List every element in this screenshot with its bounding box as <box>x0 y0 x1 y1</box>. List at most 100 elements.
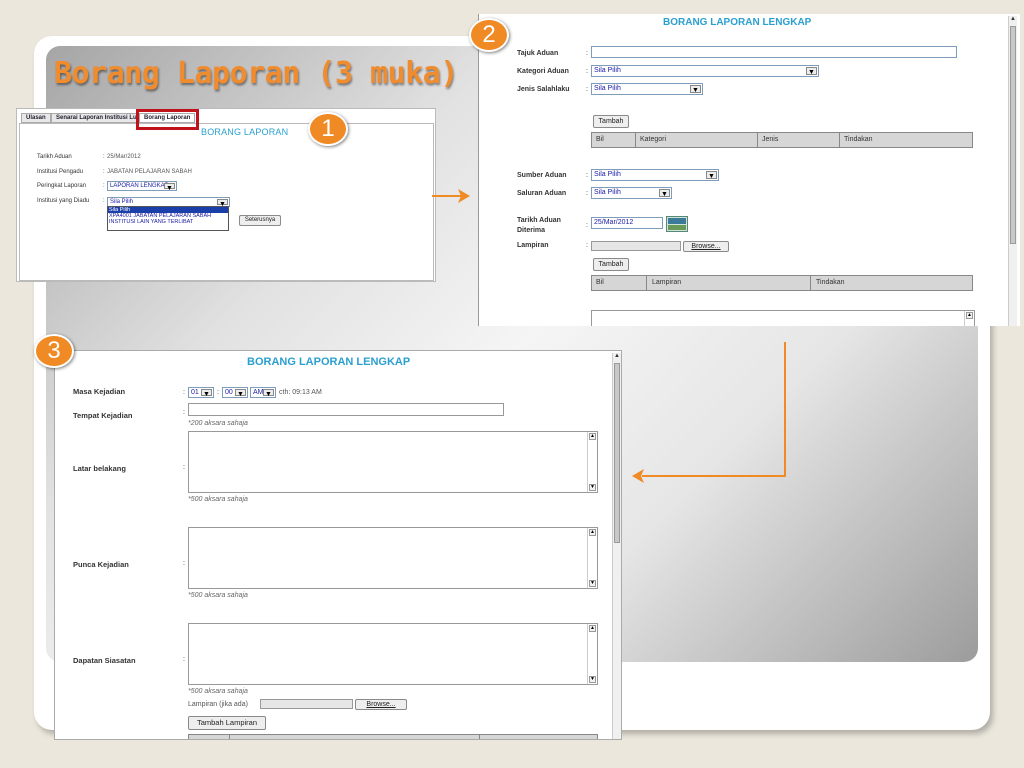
col-tindakan: Tindakan <box>844 136 873 143</box>
tab-ulasan[interactable]: Ulasan <box>21 113 51 123</box>
chevron-down-icon: ▼ <box>706 171 717 180</box>
colon: : <box>103 198 105 204</box>
step-badge-3: 3 <box>34 334 74 368</box>
col-jenis: Jenis <box>762 136 779 143</box>
label-peringkat-laporan: Peringkat Laporan <box>37 183 87 189</box>
colon: : <box>586 222 588 229</box>
browse-button[interactable]: Browse... <box>683 241 729 252</box>
seterusnya-button[interactable]: Seterusnya <box>239 215 281 226</box>
label-jenis-salahlaku: Jenis Salahlaku <box>517 86 570 93</box>
chevron-down-icon: ▼ <box>659 189 670 198</box>
hint-500: *500 aksara sahaja <box>188 592 248 599</box>
scroll-thumb[interactable] <box>614 363 620 543</box>
panel1-title: BORANG LAPORAN <box>201 127 289 137</box>
sumber-aduan-select[interactable]: Sila Pilih ▼ <box>591 169 719 181</box>
panel-borang-laporan-lengkap-2: BORANG LAPORAN LENGKAP Masa Kejadian : 0… <box>54 350 622 740</box>
colon: : <box>183 656 185 663</box>
colon: : <box>183 389 185 396</box>
tab-bar: Ulasan Senarai Laporan Institusi Luar Bo… <box>17 109 435 123</box>
scroll-thumb[interactable] <box>1010 26 1016 244</box>
arrow-line <box>642 475 786 477</box>
colon: : <box>586 172 588 179</box>
arrow-head-icon <box>632 469 644 483</box>
tambah-lampiran-button[interactable]: Tambah Lampiran <box>188 716 266 730</box>
institusi-dropdown-list: Sila Pilih XPA4001 JABATAN PELAJARAN SAB… <box>107 206 229 231</box>
minute-select[interactable]: 00 ▼ <box>222 387 248 398</box>
colon: : <box>586 242 588 249</box>
panel-borang-laporan-lengkap-1: BORANG LAPORAN LENGKAP Tajuk Aduan : Kat… <box>478 14 1020 326</box>
value-institusi-pengadu: JABATAN PELAJARAN SABAH <box>107 169 192 175</box>
punca-kejadian-textarea[interactable]: ▲ ▼ <box>188 527 598 589</box>
col-kategori: Kategori <box>640 136 667 143</box>
peringkat-laporan-select[interactable]: LAPORAN LENGKAP ▼ <box>107 181 177 191</box>
lampiran-table-header <box>188 734 598 739</box>
saluran-aduan-select[interactable]: Sila Pilih ▼ <box>591 187 672 199</box>
label-tarikh-diterima: Tarikh Aduan Diterima <box>517 217 561 234</box>
colon: : <box>586 190 588 197</box>
value-tarikh-aduan: 25/Mar/2012 <box>107 154 141 160</box>
label-saluran-aduan: Saluran Aduan <box>517 190 567 197</box>
arrow-head-icon <box>458 189 470 203</box>
hint-500: *500 aksara sahaja <box>188 688 248 695</box>
tab-senarai-laporan[interactable]: Senarai Laporan Institusi Luar <box>51 113 148 123</box>
colon: : <box>586 68 588 75</box>
browse-button[interactable]: Browse... <box>355 699 407 710</box>
chevron-down-icon: ▼ <box>263 389 274 397</box>
step-badge-2: 2 <box>469 18 509 52</box>
col-lampiran: Lampiran <box>652 279 682 286</box>
label-masa-kejadian: Masa Kejadian <box>73 387 126 396</box>
label-tempat-kejadian: Tempat Kejadian <box>73 411 133 420</box>
arrow-line <box>784 342 786 476</box>
label-institusi-pengadu: Institusi Pengadu <box>37 169 84 175</box>
lampiran-table-header: Bil Lampiran Tindakan <box>591 275 973 291</box>
lampiran-file-input[interactable] <box>591 241 681 251</box>
chevron-down-icon: ▼ <box>235 389 246 397</box>
panel3-title: BORANG LAPORAN LENGKAP <box>247 356 411 368</box>
colon: : <box>183 409 185 416</box>
chevron-down-icon: ▼ <box>690 85 701 94</box>
colon: : <box>183 560 185 567</box>
tambah-lampiran-button[interactable]: Tambah <box>593 258 629 271</box>
colon: : <box>183 464 185 471</box>
chevron-down-icon: ▼ <box>806 67 817 76</box>
label-lampiran: Lampiran <box>517 242 549 249</box>
hint-500: *500 aksara sahaja <box>188 496 248 503</box>
colon: : <box>586 86 588 93</box>
panel2-textarea[interactable]: ▲ <box>591 310 975 326</box>
jenis-salahlaku-select[interactable]: Sila Pilih ▼ <box>591 83 703 95</box>
scroll-up-icon[interactable]: ▲ <box>614 353 620 361</box>
label-kategori-aduan: Kategori Aduan <box>517 68 569 75</box>
label-tarikh-aduan: Tarikh Aduan <box>37 154 72 160</box>
tarikh-diterima-input[interactable]: 25/Mar/2012 <box>591 217 663 229</box>
calendar-icon[interactable] <box>666 216 688 232</box>
scroll-up-icon[interactable]: ▲ <box>1010 16 1016 24</box>
dropdown-option[interactable]: INSTITUSI LAIN YANG TERLIBAT <box>108 219 228 225</box>
hint-200: *200 aksara sahaja <box>188 420 248 427</box>
tajuk-aduan-input[interactable] <box>591 46 957 58</box>
colon: : <box>103 183 105 189</box>
label-sumber-aduan: Sumber Aduan <box>517 172 567 179</box>
dapatan-siasatan-textarea[interactable]: ▲ ▼ <box>188 623 598 685</box>
col-bil: Bil <box>596 279 604 286</box>
col-bil: Bil <box>596 136 604 143</box>
tambah-button[interactable]: Tambah <box>593 115 629 128</box>
panel-borang-laporan: Ulasan Senarai Laporan Institusi Luar Bo… <box>16 108 436 282</box>
label-tajuk-aduan: Tajuk Aduan <box>517 50 559 57</box>
panel3-scrollbar[interactable]: ▲ <box>612 353 621 739</box>
panel2-scrollbar[interactable]: ▲ <box>1008 16 1017 326</box>
lampiran-file-input[interactable] <box>260 699 353 709</box>
latar-belakang-textarea[interactable]: ▲ ▼ <box>188 431 598 493</box>
label-punca-kejadian: Punca Kejadian <box>73 560 129 569</box>
highlight-box <box>136 109 199 130</box>
label-lampiran-jika-ada: Lampiran (jika ada) <box>188 701 248 708</box>
label-institusi-diadu: Institusi yang Diadu <box>37 198 90 204</box>
hour-select[interactable]: 01 ▼ <box>188 387 214 398</box>
chevron-down-icon: ▼ <box>217 199 228 206</box>
label-dapatan-siasatan: Dapatan Siasatan <box>73 656 136 665</box>
tempat-kejadian-input[interactable] <box>188 403 504 416</box>
kategori-aduan-select[interactable]: Sila Pilih ▼ <box>591 65 819 77</box>
colon: : <box>586 50 588 57</box>
time-example-note: cth: 09:13 AM <box>279 389 322 396</box>
label-latar-belakang: Latar belakang <box>73 464 126 473</box>
ampm-select[interactable]: AM ▼ <box>250 387 276 398</box>
